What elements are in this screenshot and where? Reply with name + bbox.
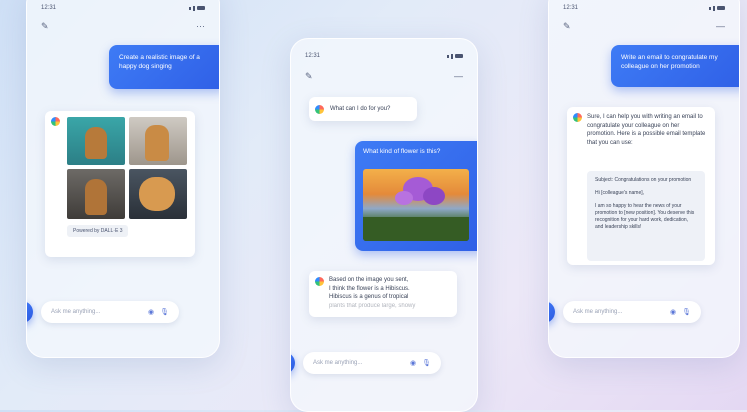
- camera-icon[interactable]: ◉: [148, 308, 154, 316]
- copilot-logo-icon: [315, 104, 324, 114]
- status-bar: 12:31: [41, 5, 205, 11]
- signal-icon: [447, 53, 463, 59]
- ai-image-card: Powered by DALL·E 3: [45, 111, 195, 257]
- user-message-bubble: Write an email to congratulate my collea…: [611, 45, 739, 87]
- email-subject: Subject: Congratulations on your promoti…: [595, 177, 692, 183]
- input-row: ✦ Ask me anything... ◉ 🎙: [27, 301, 179, 323]
- compose-icon[interactable]: ✎: [563, 21, 571, 32]
- ai-reply-text: Sure, I can help you with writing an ema…: [587, 114, 706, 146]
- status-time: 12:31: [305, 53, 321, 59]
- compose-icon[interactable]: ✎: [305, 71, 313, 82]
- email-greeting: Hi [colleague's name],: [595, 190, 645, 196]
- input-placeholder: Ask me anything...: [51, 309, 101, 315]
- copilot-logo-icon: [51, 117, 60, 126]
- more-icon[interactable]: —: [716, 21, 725, 32]
- mic-icon[interactable]: 🎙: [422, 359, 431, 367]
- more-icon[interactable]: —: [454, 71, 463, 82]
- input-placeholder: Ask me anything...: [573, 309, 623, 315]
- compose-icon[interactable]: ✎: [41, 21, 49, 32]
- status-time: 12:31: [41, 5, 57, 11]
- input-row: ✦ Ask me anything... ◉ 🎙: [549, 301, 701, 323]
- new-topic-button[interactable]: ✦: [291, 352, 295, 374]
- new-topic-button[interactable]: ✦: [549, 301, 555, 323]
- email-body: I am so happy to hear the news of your p…: [595, 203, 695, 230]
- signal-icon: [189, 5, 205, 11]
- email-template: Subject: Congratulations on your promoti…: [587, 171, 705, 261]
- copilot-logo-icon: [573, 113, 582, 122]
- phone-screen-center: 12:31 ✎ — What can I do for you? What ki…: [290, 38, 478, 412]
- copilot-logo-icon: [315, 277, 324, 286]
- phone-screen-right: 12:31 ✎ — Write an email to congratulate…: [548, 0, 740, 358]
- signal-icon: [709, 5, 725, 11]
- new-topic-button[interactable]: ✦: [27, 301, 33, 323]
- ai-reply-line: Based on the image you sent,: [329, 277, 409, 283]
- user-message-bubble: Create a realistic image of a happy dog …: [109, 45, 219, 89]
- chat-input[interactable]: Ask me anything... ◉ 🎙: [563, 301, 701, 323]
- user-message-text: What kind of flower is this?: [363, 148, 441, 155]
- generated-image-1[interactable]: [67, 117, 125, 165]
- chat-input[interactable]: Ask me anything... ◉ 🎙: [41, 301, 179, 323]
- ai-reply-line: I think the flower is a Hibiscus.: [329, 285, 410, 292]
- ai-reply-line: Hibiscus is a genus of tropical: [329, 294, 409, 300]
- generated-image-2[interactable]: [129, 117, 187, 165]
- mic-icon[interactable]: 🎙: [682, 308, 691, 316]
- input-row: ✦ Ask me anything... ◉ 🎙: [291, 352, 441, 374]
- chat-input[interactable]: Ask me anything... ◉ 🎙: [303, 352, 441, 374]
- mic-icon[interactable]: 🎙: [160, 308, 169, 316]
- status-bar: 12:31: [563, 5, 725, 11]
- generated-image-3[interactable]: [67, 169, 125, 219]
- ai-reply-line: plants that produce large, showy: [329, 302, 416, 309]
- more-icon[interactable]: ···: [196, 21, 205, 32]
- phone-screen-left: 12:31 ✎ ··· Create a realistic image of …: [26, 0, 220, 358]
- generated-image-4[interactable]: [129, 169, 187, 219]
- ai-reply-bubble: Based on the image you sent, I think the…: [309, 271, 457, 317]
- flower-photo[interactable]: [363, 169, 469, 241]
- camera-icon[interactable]: ◉: [410, 359, 416, 367]
- user-message-text: Create a realistic image of a happy dog …: [119, 54, 200, 70]
- camera-icon[interactable]: ◉: [670, 308, 676, 316]
- ai-reply-bubble: Sure, I can help you with writing an ema…: [567, 107, 715, 265]
- ai-greeting-text: What can I do for you?: [330, 105, 391, 112]
- user-message-text: Write an email to congratulate my collea…: [621, 54, 718, 70]
- ai-greeting-bubble: What can I do for you?: [309, 97, 417, 121]
- image-caption: Powered by DALL·E 3: [67, 225, 129, 237]
- user-image-message: What kind of flower is this?: [355, 141, 477, 251]
- status-bar: 12:31: [305, 53, 463, 59]
- input-placeholder: Ask me anything...: [313, 360, 363, 366]
- status-time: 12:31: [563, 5, 579, 11]
